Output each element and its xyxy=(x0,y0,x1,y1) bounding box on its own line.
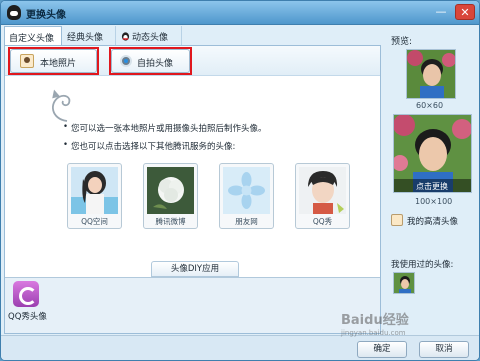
change-avatar-overlay[interactable]: 点击更换 xyxy=(416,181,448,192)
service-label: QQ空间 xyxy=(81,217,108,226)
tab-custom-avatar[interactable]: 自定义头像 xyxy=(4,26,62,46)
service-tencent-weibo[interactable]: 腾讯微博 xyxy=(143,163,198,229)
window-title: 更换头像 xyxy=(26,10,66,21)
change-avatar-dialog: 更换头像 — ✕ 自定义头像 经典头像 动态头像 本地照片 自拍头像 • 您可以… xyxy=(0,0,480,361)
used-avatar-thumb[interactable] xyxy=(393,272,415,294)
info-area: 您可以选一张本地照片或用摄像头拍照后制作头像。 您也可以点击选择以下其他腾讯服务… xyxy=(5,77,380,267)
qq-penguin-icon xyxy=(7,5,21,20)
qqshow-app-label: QQ秀头像 xyxy=(8,312,47,322)
qqshow-app-icon[interactable] xyxy=(13,281,39,307)
minimize-button[interactable]: — xyxy=(431,4,451,20)
used-avatar-image xyxy=(394,273,414,293)
service-qqshow[interactable]: QQ秀 xyxy=(295,163,350,229)
close-button[interactable]: ✕ xyxy=(455,4,475,20)
local-photo-button[interactable]: 本地照片 xyxy=(8,47,99,75)
webcam-icon xyxy=(120,55,132,67)
weibo-avatar-image xyxy=(147,167,194,214)
pengyou-avatar-image xyxy=(223,167,270,214)
penguin-icon xyxy=(121,32,130,41)
service-label: QQ秀 xyxy=(312,217,333,226)
custom-avatar-panel: 本地照片 自拍头像 您可以选一张本地照片或用摄像头拍照后制作头像。 您也可以点击… xyxy=(4,45,381,334)
curved-arrow-icon xyxy=(52,89,71,122)
tab-dynamic-avatar[interactable]: 动态头像 xyxy=(117,26,182,45)
tab-classic-avatar[interactable]: 经典头像 xyxy=(63,26,116,45)
source-toolbar: 本地照片 自拍头像 xyxy=(5,46,380,76)
diy-apps-area: QQ秀头像 xyxy=(5,277,380,333)
preview-label: 预览: xyxy=(391,37,413,47)
avatar-diy-tab[interactable]: 头像DIY应用 xyxy=(151,261,239,277)
qqshow-avatar-image xyxy=(299,167,346,214)
service-label: 朋友网 xyxy=(235,217,258,226)
avatar-tabs: 自定义头像 经典头像 动态头像 xyxy=(4,26,379,46)
title-bar[interactable]: 更换头像 — ✕ xyxy=(1,1,479,25)
ok-button[interactable]: 确定 xyxy=(357,341,407,358)
hd-avatar-icon xyxy=(391,214,403,226)
service-pengyou[interactable]: 朋友网 xyxy=(219,163,274,229)
preview-photo-small xyxy=(407,50,455,98)
preview-sidebar: 预览: 60×60 点击更换 100×100 我的高清头像 我使用过的头像: xyxy=(386,26,478,336)
watermark: Baidu经验 jingyan.baidu.com xyxy=(341,313,409,337)
service-qzone[interactable]: QQ空间 xyxy=(67,163,122,229)
hd-avatar-link[interactable]: 我的高清头像 xyxy=(391,214,479,228)
selfie-button[interactable]: 自拍头像 xyxy=(109,47,192,75)
photo-icon xyxy=(20,54,34,68)
tip-line-1: 您可以选一张本地照片或用摄像头拍照后制作头像。 xyxy=(63,122,266,134)
used-avatars-label: 我使用过的头像: xyxy=(391,260,454,270)
tip-line-2: 您也可以点击选择以下其他腾讯服务的头像: xyxy=(63,140,235,152)
avatar-preview-small xyxy=(406,49,456,99)
size-large-label: 100×100 xyxy=(415,197,453,206)
size-small-label: 60×60 xyxy=(416,101,444,110)
avatar-preview-large[interactable]: 点击更换 xyxy=(393,114,472,193)
service-label: 腾讯微博 xyxy=(155,217,186,226)
cancel-button[interactable]: 取消 xyxy=(419,341,469,358)
qzone-avatar-image xyxy=(71,167,118,214)
